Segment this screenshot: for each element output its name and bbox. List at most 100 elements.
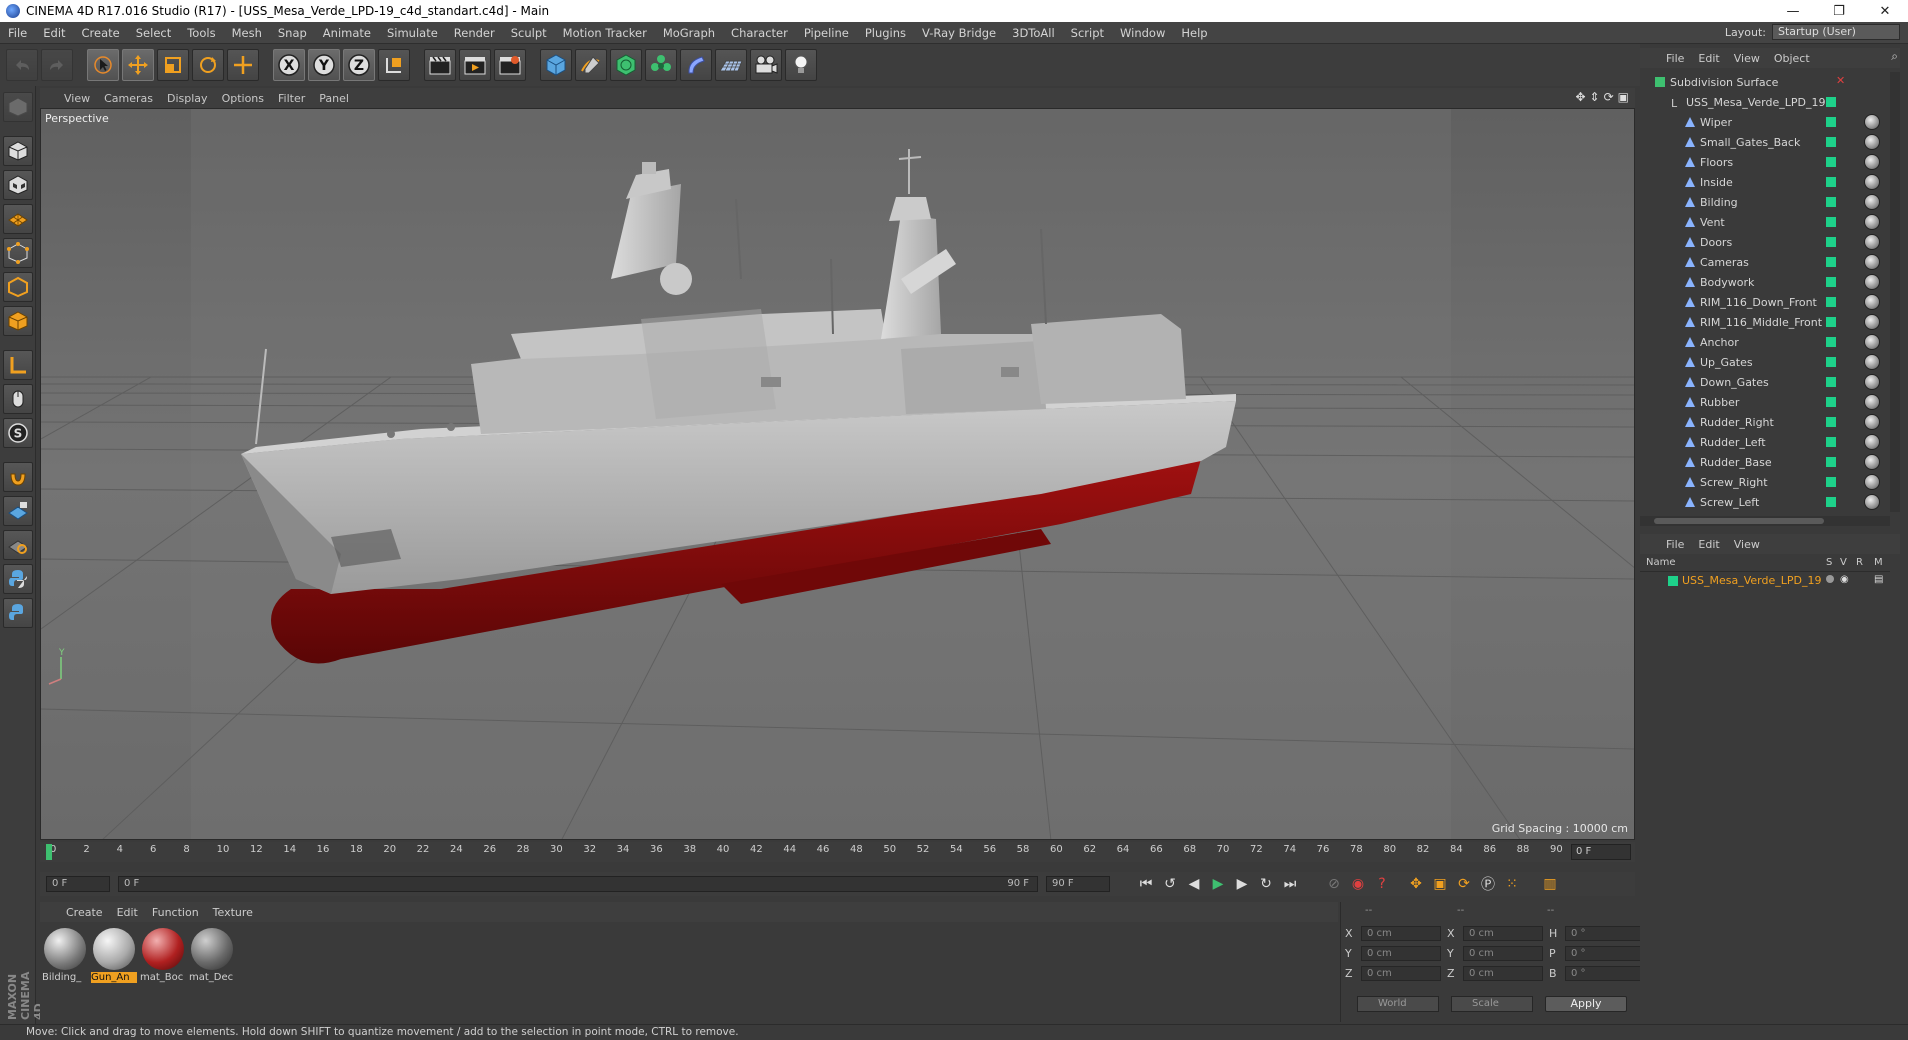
- menu-script[interactable]: Script: [1063, 26, 1112, 40]
- visibility-green-badge[interactable]: [1826, 277, 1836, 287]
- visibility-green-badge[interactable]: [1826, 177, 1836, 187]
- material-tag-icon[interactable]: [1864, 254, 1880, 270]
- menu-animate[interactable]: Animate: [315, 26, 379, 40]
- restore-button[interactable]: ❐: [1816, 0, 1862, 22]
- layer-menu-file[interactable]: File: [1666, 538, 1684, 551]
- menu-edit[interactable]: Edit: [35, 26, 73, 40]
- menu-select[interactable]: Select: [128, 26, 179, 40]
- polygon-mode-button[interactable]: [2, 306, 33, 336]
- render-view-button[interactable]: [424, 49, 456, 81]
- planar-workplane-button[interactable]: [2, 530, 33, 560]
- menu-render[interactable]: Render: [446, 26, 503, 40]
- visibility-green-badge[interactable]: [1826, 397, 1836, 407]
- world-dropdown[interactable]: World: [1357, 996, 1439, 1012]
- visibility-green-badge[interactable]: [1826, 137, 1836, 147]
- step-forward-button[interactable]: ▶: [1230, 873, 1254, 895]
- size-z-field[interactable]: 0 cm: [1463, 966, 1543, 981]
- visibility-green-badge[interactable]: [1826, 377, 1836, 387]
- apply-button[interactable]: Apply: [1545, 996, 1627, 1012]
- object-row[interactable]: Rudder_Right: [1640, 412, 1890, 432]
- viewport-menu-filter[interactable]: Filter: [278, 92, 305, 105]
- key-scale-button[interactable]: ▣: [1428, 873, 1452, 895]
- material-tag-icon[interactable]: [1864, 174, 1880, 190]
- workplane-mode-button[interactable]: [2, 204, 33, 234]
- visibility-green-badge[interactable]: [1826, 157, 1836, 167]
- minimize-button[interactable]: —: [1770, 0, 1816, 22]
- object-scrollbar-horizontal[interactable]: [1640, 516, 1890, 526]
- transform-tool-button[interactable]: [227, 49, 259, 81]
- menu-character[interactable]: Character: [723, 26, 796, 40]
- rotate-tool-button[interactable]: [192, 49, 224, 81]
- menu-sculpt[interactable]: Sculpt: [503, 26, 555, 40]
- visibility-green-badge[interactable]: [1826, 117, 1836, 127]
- timeline-ruler[interactable]: 0 2 4 6 8 10 12 14 16 18 20 22 24 26 28 30 32 34 36 38 40 42 4…: [40, 842, 1635, 862]
- viewport-menu-cameras[interactable]: Cameras: [104, 92, 153, 105]
- layout-dropdown[interactable]: Startup (User): [1772, 24, 1900, 40]
- viewport-menu-view[interactable]: View: [64, 92, 90, 105]
- orbit-icon[interactable]: ⟳: [1604, 90, 1614, 104]
- visibility-green-badge[interactable]: [1826, 457, 1836, 467]
- menu-snap[interactable]: Snap: [270, 26, 315, 40]
- object-row[interactable]: Screw_Right: [1640, 472, 1890, 492]
- menu-vray-bridge[interactable]: V-Ray Bridge: [914, 26, 1004, 40]
- coordinate-system-button[interactable]: [378, 49, 410, 81]
- object-row[interactable]: Rudder_Left: [1640, 432, 1890, 452]
- visibility-green-badge[interactable]: [1826, 97, 1836, 107]
- object-row[interactable]: Screw_Left: [1640, 492, 1890, 512]
- tweak-mode-button[interactable]: [2, 384, 33, 414]
- material-item[interactable]: Bilding_: [42, 928, 88, 983]
- visibility-green-badge[interactable]: [1826, 357, 1836, 367]
- floor-button[interactable]: [715, 49, 747, 81]
- perspective-viewport[interactable]: Y Perspective Grid Spacing : 10000 cm: [40, 108, 1635, 840]
- scale-tool-button[interactable]: [157, 49, 189, 81]
- material-tag-icon[interactable]: [1864, 454, 1880, 470]
- visibility-green-badge[interactable]: [1826, 417, 1836, 427]
- point-mode-button[interactable]: [2, 238, 33, 268]
- material-menu-texture[interactable]: Texture: [213, 906, 253, 919]
- magnet-button[interactable]: [2, 462, 33, 492]
- visibility-green-badge[interactable]: [1826, 217, 1836, 227]
- eye-icon[interactable]: ◉: [1840, 574, 1849, 585]
- object-row[interactable]: RIM_116_Middle_Front: [1640, 312, 1890, 332]
- material-tag-icon[interactable]: [1864, 274, 1880, 290]
- manager-icon[interactable]: ▤: [1874, 574, 1883, 585]
- menu-plugins[interactable]: Plugins: [857, 26, 914, 40]
- material-tag-icon[interactable]: [1864, 234, 1880, 250]
- frame-range-slider[interactable]: 0 F 90 F: [118, 876, 1038, 892]
- model-mode-button[interactable]: [2, 136, 33, 166]
- object-row[interactable]: Cameras: [1640, 252, 1890, 272]
- visibility-green-badge[interactable]: [1826, 477, 1836, 487]
- dolly-icon[interactable]: ⇕: [1590, 90, 1600, 104]
- play-button[interactable]: ▶: [1206, 873, 1230, 895]
- menu-mograph[interactable]: MoGraph: [655, 26, 723, 40]
- make-editable-button[interactable]: [2, 92, 33, 122]
- disabled-x-icon[interactable]: ✕: [1836, 74, 1845, 87]
- scrollbar-thumb[interactable]: [1654, 518, 1824, 524]
- texture-mode-button[interactable]: [2, 170, 33, 200]
- go-to-start-button[interactable]: ⏮: [1134, 873, 1158, 895]
- material-menu-edit[interactable]: Edit: [117, 906, 138, 919]
- material-tag-icon[interactable]: [1864, 494, 1880, 510]
- visibility-green-badge[interactable]: [1826, 317, 1836, 327]
- solo-dot-icon[interactable]: [1826, 575, 1834, 583]
- object-row[interactable]: Up_Gates: [1640, 352, 1890, 372]
- current-frame-field[interactable]: 0 F: [1571, 844, 1631, 860]
- cloner-button[interactable]: [645, 49, 677, 81]
- close-button[interactable]: ✕: [1862, 0, 1908, 22]
- step-back-button[interactable]: ◀: [1182, 873, 1206, 895]
- size-y-field[interactable]: 0 cm: [1463, 946, 1543, 961]
- playhead-marker[interactable]: [46, 844, 52, 860]
- visibility-green-badge[interactable]: [1826, 237, 1836, 247]
- spline-pen-button[interactable]: [575, 49, 607, 81]
- object-row[interactable]: Wiper: [1640, 112, 1890, 132]
- material-tag-icon[interactable]: [1864, 194, 1880, 210]
- object-row[interactable]: Bodywork: [1640, 272, 1890, 292]
- material-tag-icon[interactable]: [1864, 114, 1880, 130]
- object-row[interactable]: Rubber: [1640, 392, 1890, 412]
- redo-button[interactable]: [41, 49, 73, 81]
- cube-primitive-button[interactable]: [540, 49, 572, 81]
- object-menu-object[interactable]: Object: [1774, 52, 1810, 65]
- key-position-button[interactable]: ✥: [1404, 873, 1428, 895]
- visibility-green-badge[interactable]: [1826, 497, 1836, 507]
- object-row[interactable]: Small_Gates_Back: [1640, 132, 1890, 152]
